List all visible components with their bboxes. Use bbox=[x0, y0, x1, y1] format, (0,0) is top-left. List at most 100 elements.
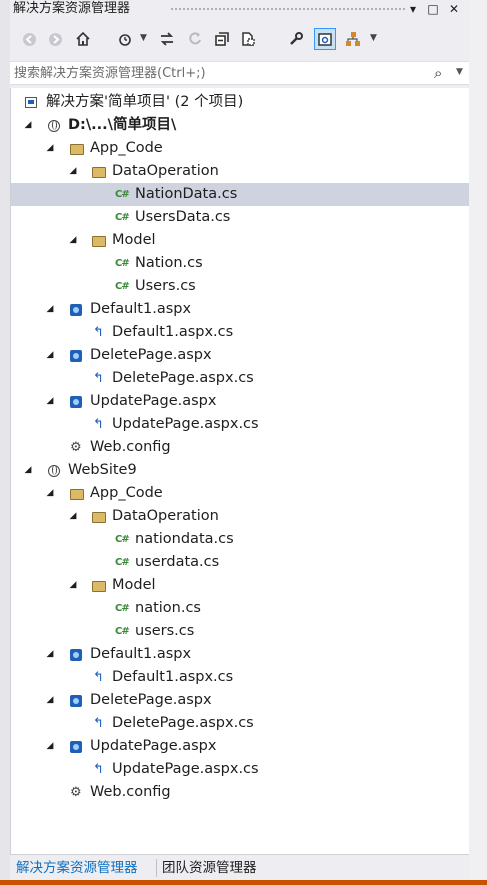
sync-icon[interactable] bbox=[114, 28, 136, 50]
tree-node-folder[interactable]: ◢ App_Code bbox=[11, 137, 469, 160]
tree-node-file[interactable]: ↰ DeletePage.aspx.cs bbox=[11, 367, 469, 390]
tree-node-label: UpdatePage.aspx bbox=[90, 393, 217, 409]
tree-node-file[interactable]: C# UsersData.cs bbox=[11, 206, 469, 229]
back-icon[interactable] bbox=[18, 28, 40, 50]
tree-node-folder[interactable]: ◢ Model bbox=[11, 574, 469, 597]
tab-team-explorer[interactable]: 团队资源管理器 bbox=[162, 858, 257, 878]
tree-node-label: App_Code bbox=[90, 140, 163, 156]
tree-node-label: UpdatePage.aspx bbox=[90, 738, 217, 754]
tab-solution-explorer[interactable]: 解决方案资源管理器 bbox=[16, 858, 138, 878]
tree-node-file[interactable]: C# nation.cs bbox=[11, 597, 469, 620]
tree-node-label: Model bbox=[112, 232, 156, 248]
tree-node-label: D:\...\简单项目\ bbox=[68, 117, 177, 133]
tree-node-label: userdata.cs bbox=[135, 554, 220, 570]
show-all-files-icon[interactable] bbox=[237, 28, 259, 50]
expanded-arrow-icon[interactable]: ◢ bbox=[67, 160, 79, 183]
csharp-file-icon: C# bbox=[115, 212, 130, 223]
expanded-arrow-icon[interactable]: ◢ bbox=[44, 137, 56, 160]
forward-icon[interactable] bbox=[44, 28, 66, 50]
tree-node-project-2[interactable]: ◢ WebSite9 bbox=[11, 459, 469, 482]
tree-node-project-1[interactable]: ◢ D:\...\简单项目\ bbox=[11, 114, 469, 137]
expanded-arrow-icon[interactable]: ◢ bbox=[67, 505, 79, 528]
tree-node-label: Default1.aspx.cs bbox=[112, 324, 234, 340]
tree-node-label: DeletePage.aspx.cs bbox=[112, 370, 254, 386]
code-behind-icon: ↰ bbox=[93, 716, 104, 731]
code-behind-icon: ↰ bbox=[93, 417, 104, 432]
solution-icon bbox=[25, 97, 37, 108]
tree-node-file[interactable]: ↰ Default1.aspx.cs bbox=[11, 321, 469, 344]
tree-node-file[interactable]: ↰ Default1.aspx.cs bbox=[11, 666, 469, 689]
tree-node-file[interactable]: C# Nation.cs bbox=[11, 252, 469, 275]
tree-node-file[interactable]: C# Users.cs bbox=[11, 275, 469, 298]
sync-dropdown-icon[interactable]: ▼ bbox=[140, 33, 147, 43]
tree-node-file[interactable]: ↰ DeletePage.aspx.cs bbox=[11, 712, 469, 735]
close-icon[interactable]: ✕ bbox=[446, 0, 462, 18]
tree-node-file[interactable]: ↰ UpdatePage.aspx.cs bbox=[11, 758, 469, 781]
tree-node-file[interactable]: C# users.cs bbox=[11, 620, 469, 643]
tree-node-label: Default1.aspx.cs bbox=[112, 669, 234, 685]
tree-node-file[interactable]: ⚙ Web.config bbox=[11, 436, 469, 459]
config-file-icon: ⚙ bbox=[70, 440, 82, 455]
class-view-icon[interactable] bbox=[342, 28, 364, 50]
bottom-tab-strip: 解决方案资源管理器 团队资源管理器 bbox=[10, 854, 469, 880]
maximize-icon[interactable]: □ bbox=[425, 0, 441, 18]
expanded-arrow-icon[interactable]: ◢ bbox=[44, 390, 56, 413]
tree-node-page[interactable]: ◢ UpdatePage.aspx bbox=[11, 735, 469, 758]
expanded-arrow-icon[interactable]: ◢ bbox=[44, 482, 56, 505]
tree-node-label: UpdatePage.aspx.cs bbox=[112, 416, 259, 432]
window-titlebar[interactable]: 解决方案资源管理器 ▾ □ ✕ bbox=[10, 0, 469, 18]
tree-node-folder[interactable]: ◢ Model bbox=[11, 229, 469, 252]
preview-selected-items-icon[interactable] bbox=[314, 28, 336, 50]
tree-node-page[interactable]: ◢ Default1.aspx bbox=[11, 643, 469, 666]
tree-node-file[interactable]: C# userdata.cs bbox=[11, 551, 469, 574]
expanded-arrow-icon[interactable]: ◢ bbox=[22, 459, 34, 482]
folder-icon bbox=[70, 489, 84, 500]
tree-node-label: nation.cs bbox=[135, 600, 201, 616]
expanded-arrow-icon[interactable]: ◢ bbox=[44, 344, 56, 367]
refresh-icon[interactable] bbox=[184, 28, 206, 50]
tree-node-label: Web.config bbox=[90, 439, 171, 455]
switch-views-icon[interactable] bbox=[156, 28, 178, 50]
search-box: ⌕ ▼ bbox=[10, 61, 469, 85]
tree-node-file[interactable]: ⚙ Web.config bbox=[11, 781, 469, 804]
search-options-dropdown-icon[interactable]: ▼ bbox=[456, 67, 463, 77]
expanded-arrow-icon[interactable]: ◢ bbox=[44, 643, 56, 666]
tree-node-folder[interactable]: ◢ DataOperation bbox=[11, 505, 469, 528]
class-view-dropdown-icon[interactable]: ▼ bbox=[370, 33, 377, 43]
tree-node-page[interactable]: ◢ UpdatePage.aspx bbox=[11, 390, 469, 413]
tree-node-file[interactable]: C# nationdata.cs bbox=[11, 528, 469, 551]
tree-node-label: Users.cs bbox=[135, 278, 196, 294]
csharp-file-icon: C# bbox=[115, 626, 130, 637]
expanded-arrow-icon[interactable]: ◢ bbox=[22, 114, 34, 137]
expanded-arrow-icon[interactable]: ◢ bbox=[44, 689, 56, 712]
csharp-file-icon: C# bbox=[115, 603, 130, 614]
expanded-arrow-icon[interactable]: ◢ bbox=[67, 574, 79, 597]
tree-node-label: 解决方案'简单项目' (2 个项目) bbox=[46, 94, 244, 110]
search-input[interactable] bbox=[14, 62, 414, 84]
window-menu-dropdown-icon[interactable]: ▾ bbox=[405, 0, 421, 18]
expanded-arrow-icon[interactable]: ◢ bbox=[44, 298, 56, 321]
tree-node-folder[interactable]: ◢ DataOperation bbox=[11, 160, 469, 183]
expanded-arrow-icon[interactable]: ◢ bbox=[67, 229, 79, 252]
search-icon[interactable]: ⌕ bbox=[434, 64, 442, 82]
csharp-file-icon: C# bbox=[115, 557, 130, 568]
tree-node-folder[interactable]: ◢ App_Code bbox=[11, 482, 469, 505]
tree-node-file-selected[interactable]: C# NationData.cs bbox=[11, 183, 469, 206]
expanded-arrow-icon[interactable]: ◢ bbox=[44, 735, 56, 758]
toolbar: ▼ ▼ bbox=[10, 22, 469, 58]
tree-node-page[interactable]: ◢ DeletePage.aspx bbox=[11, 689, 469, 712]
tree-node-file[interactable]: ↰ UpdatePage.aspx.cs bbox=[11, 413, 469, 436]
tree-node-page[interactable]: ◢ Default1.aspx bbox=[11, 298, 469, 321]
collapse-all-icon[interactable] bbox=[211, 28, 233, 50]
aspx-page-icon bbox=[70, 350, 82, 362]
tree-node-label: UsersData.cs bbox=[135, 209, 231, 225]
website-globe-icon bbox=[48, 120, 60, 132]
folder-icon bbox=[92, 512, 106, 523]
background-editor-left bbox=[0, 0, 10, 880]
csharp-file-icon: C# bbox=[115, 258, 130, 269]
folder-icon bbox=[92, 236, 106, 247]
home-icon[interactable] bbox=[72, 28, 94, 50]
properties-icon[interactable] bbox=[285, 28, 307, 50]
tree-node-page[interactable]: ◢ DeletePage.aspx bbox=[11, 344, 469, 367]
tree-node-solution[interactable]: 解决方案'简单项目' (2 个项目) bbox=[11, 91, 469, 114]
